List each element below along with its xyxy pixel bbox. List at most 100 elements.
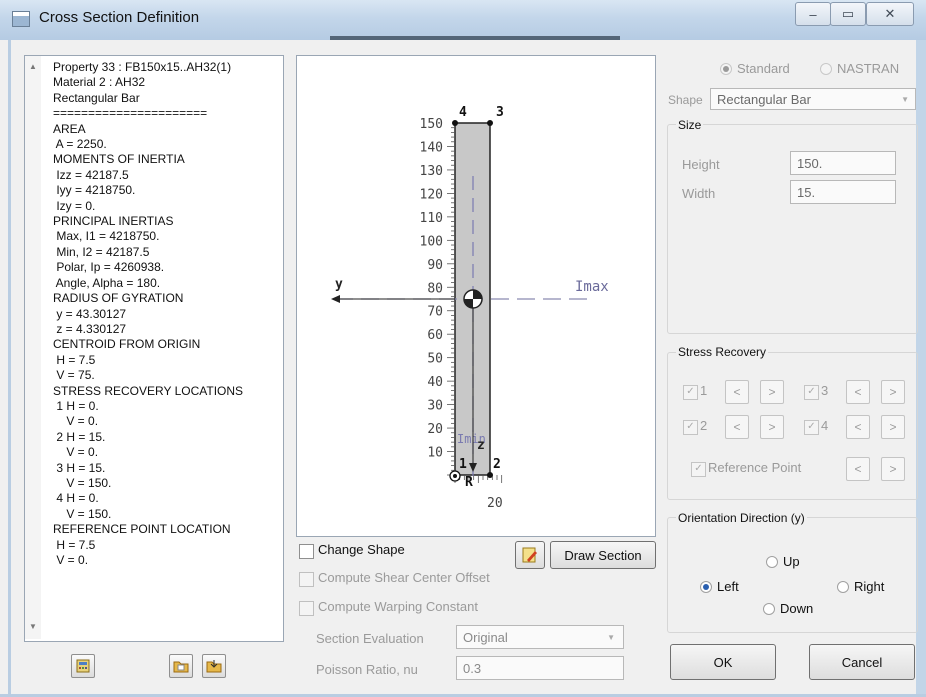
property-line: H = 7.5 (53, 352, 96, 367)
z-axis-label: z (477, 438, 485, 453)
nastran-radio[interactable] (820, 63, 832, 75)
scroll-up-icon[interactable]: ▲ (29, 62, 37, 71)
draw-section-button[interactable]: Draw Section (550, 541, 656, 569)
edit-shape-button[interactable] (515, 541, 545, 569)
folder-open-icon (173, 661, 189, 673)
reference-point-checkbox[interactable]: ✓ (691, 462, 706, 477)
stress-point-1-next-button[interactable]: > (760, 380, 784, 404)
stress-point-1-label: 1 (700, 383, 708, 398)
shear-center-label: Compute Shear Center Offset (318, 570, 490, 585)
change-shape-checkbox[interactable] (299, 544, 314, 559)
properties-scrollbar[interactable] (25, 56, 41, 639)
change-shape-label: Change Shape (318, 542, 405, 557)
width-field[interactable]: 15. (790, 180, 896, 204)
chevron-right-icon: > (889, 462, 897, 476)
close-button[interactable]: ✕ (866, 2, 914, 26)
orientation-up-radio[interactable] (766, 556, 778, 568)
property-line: CENTROID FROM ORIGIN (53, 337, 201, 352)
maximize-button[interactable]: ▭ (830, 2, 866, 26)
nastran-label: NASTRAN (837, 61, 900, 76)
window-title: Cross Section Definition (39, 9, 200, 26)
y-axis-label: y (335, 277, 343, 292)
section-evaluation-value: Original (463, 629, 508, 645)
section-drawing: 150 140 130 120 110 100 90 80 70 60 50 40 30 20 10 20 Im… (296, 55, 656, 537)
y-tick-label: 70 (427, 305, 443, 320)
property-line: Izz = 42187.5 (53, 167, 129, 182)
orientation-left-label: Left (717, 579, 739, 594)
shape-select[interactable]: Rectangular Bar ▼ (710, 88, 916, 110)
properties-text: Property 33 : FB150x15..AH32(1) Material … (53, 60, 279, 568)
stress-point-1-prev-button[interactable]: < (725, 380, 749, 404)
property-line: Material 2 : AH32 (53, 75, 146, 90)
stress-point-4-next-button[interactable]: > (881, 415, 905, 439)
window-frame-left (8, 40, 11, 697)
chevron-left-icon: < (854, 385, 862, 399)
warping-constant-checkbox[interactable] (299, 601, 314, 616)
property-line: 1 H = 0. (53, 398, 99, 413)
stress-point-3-checkbox[interactable]: ✓ (804, 385, 819, 400)
chevron-right-icon: > (889, 385, 897, 399)
property-line: V = 150. (53, 475, 112, 490)
calculator-tool-button[interactable] (71, 654, 95, 678)
maximize-icon: ▭ (841, 6, 855, 21)
reference-point-next-button[interactable]: > (881, 457, 905, 481)
property-line: y = 43.30127 (53, 306, 127, 321)
ok-label: OK (713, 654, 733, 670)
orientation-left-radio[interactable] (700, 581, 712, 593)
y-tick-label: 80 (427, 281, 443, 296)
corner-label-1: 1 (459, 457, 467, 472)
x-tick-label: 20 (487, 496, 503, 511)
property-line: V = 150. (53, 506, 112, 521)
property-line: 3 H = 15. (53, 460, 106, 475)
stress-point-3-next-button[interactable]: > (881, 380, 905, 404)
property-line: MOMENTS OF INERTIA (53, 152, 185, 167)
stress-point-1-checkbox[interactable]: ✓ (683, 385, 698, 400)
y-tick-label: 10 (427, 446, 443, 461)
stress-point-2-prev-button[interactable]: < (725, 415, 749, 439)
cancel-button[interactable]: Cancel (809, 644, 915, 680)
chevron-right-icon: > (768, 420, 776, 434)
property-line: Izy = 0. (53, 198, 96, 213)
minimize-button[interactable]: – (795, 2, 831, 26)
orientation-title: Orientation Direction (y) (676, 511, 807, 525)
shear-center-checkbox[interactable] (299, 572, 314, 587)
y-tick-label: 20 (427, 422, 443, 437)
y-tick-label: 120 (420, 187, 443, 202)
standard-label: Standard (737, 61, 790, 76)
corner-point (487, 472, 493, 478)
property-line: Rectangular Bar (53, 90, 140, 105)
stress-point-2-next-button[interactable]: > (760, 415, 784, 439)
height-label: Height (682, 157, 720, 172)
stress-point-2-checkbox[interactable]: ✓ (683, 420, 698, 435)
property-line: z = 4.330127 (53, 321, 127, 336)
imax-label: Imax (575, 279, 609, 295)
save-file-button[interactable] (202, 654, 226, 678)
stress-recovery-title: Stress Recovery (676, 345, 769, 359)
property-line: ====================== (53, 106, 208, 121)
reference-point-prev-button[interactable]: < (846, 457, 870, 481)
stress-point-4-checkbox[interactable]: ✓ (804, 420, 819, 435)
section-drawing-canvas: 150 140 130 120 110 100 90 80 70 60 50 40 30 20 10 20 Im… (331, 105, 609, 511)
section-evaluation-select[interactable]: Original ▼ (456, 625, 624, 649)
window-icon (12, 11, 30, 27)
scroll-down-icon[interactable]: ▼ (29, 622, 37, 631)
orientation-right-label: Right (854, 579, 885, 594)
open-file-button[interactable] (169, 654, 193, 678)
height-value: 150. (797, 155, 823, 171)
shape-label: Shape (668, 93, 703, 107)
property-line: 2 H = 15. (53, 429, 106, 444)
height-field[interactable]: 150. (790, 151, 896, 175)
property-line: V = 0. (53, 553, 89, 567)
property-line: Angle, Alpha = 180. (53, 275, 161, 290)
y-tick-label: 110 (420, 211, 443, 226)
stress-point-3-prev-button[interactable]: < (846, 380, 870, 404)
poisson-ratio-field[interactable]: 0.3 (456, 656, 624, 680)
section-evaluation-label: Section Evaluation (316, 631, 424, 646)
standard-radio[interactable] (720, 63, 732, 75)
y-tick-label: 90 (427, 258, 443, 273)
orientation-down-radio[interactable] (763, 603, 775, 615)
stress-point-2-label: 2 (700, 418, 708, 433)
stress-point-4-prev-button[interactable]: < (846, 415, 870, 439)
ok-button[interactable]: OK (670, 644, 776, 680)
orientation-right-radio[interactable] (837, 581, 849, 593)
